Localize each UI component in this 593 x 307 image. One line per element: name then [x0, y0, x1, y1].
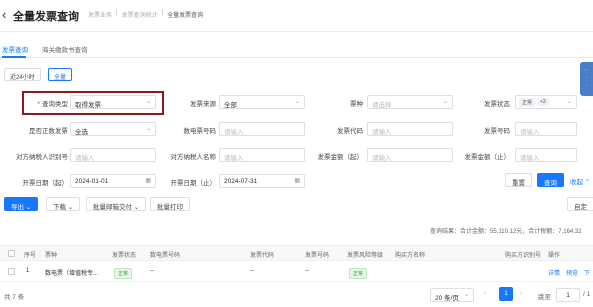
invoice-status-label: 发票状态 — [484, 101, 510, 108]
calendar-icon: ▦ — [145, 178, 151, 184]
counterpart-tax-id-input[interactable]: 请输入 — [70, 148, 156, 162]
total-pages: / 1 — [583, 291, 591, 298]
collapse-link[interactable]: 收起 ⌃ — [570, 176, 590, 186]
top-bar: ‹ 全量发票查询 发票业务 | 发票查询统计 | 全量发票查询 — [0, 0, 593, 32]
date-to-picker[interactable]: 2024-07-31 ▦ — [219, 174, 305, 188]
col-risk: 发票风险等级 — [347, 253, 384, 259]
risk-badge: 正常 — [349, 268, 368, 279]
total-count: 共 7 条 — [4, 294, 25, 301]
breadcrumb-item[interactable]: 发票查询统计 — [122, 10, 158, 19]
search-button[interactable]: 查询 — [537, 173, 564, 187]
breadcrumb-item-current: 全量发票查询 — [167, 13, 204, 19]
invoice-no-label: 发票号码 — [484, 128, 510, 135]
col-code: 发票代码 — [250, 253, 275, 259]
preview-link[interactable]: 预览 — [566, 268, 578, 277]
floating-side-widget[interactable]: ·· · · — [580, 62, 593, 96]
tab-customs-query[interactable]: 海关缴款书查询 — [42, 44, 88, 54]
page-title: 全量发票查询 — [13, 11, 79, 23]
row-checkbox[interactable] — [8, 268, 15, 275]
invoice-kind-label: 票种 — [350, 101, 363, 108]
counterpart-tax-id-label: 对方纳税人识别号 — [16, 154, 68, 161]
is-positive-label: 是否正数发票 — [29, 128, 68, 135]
invoice-source-select[interactable]: 全部 ⌄ — [219, 95, 305, 109]
date-to-label: 开票日期（止） — [170, 180, 217, 187]
col-status: 发票状态 — [112, 253, 137, 259]
detail-link[interactable]: 详情 — [548, 268, 560, 277]
reset-button[interactable]: 重置 — [505, 173, 532, 187]
tab-underline — [2, 56, 26, 58]
chevron-down-icon: ⌄ — [294, 99, 300, 105]
batch-print-button[interactable]: 批量打印 — [150, 197, 190, 211]
cell-no: 1 — [26, 268, 30, 274]
summary-text: 查询结果：合计金额：55,110.12元，合计税额：7,164.32 — [430, 229, 582, 235]
range-24h-button[interactable]: 近24小时 — [4, 68, 41, 81]
col-number: 发票号码 — [305, 253, 330, 259]
tab-bar: 发票查询 海关缴款书查询 — [0, 40, 593, 58]
invoice-kind-select[interactable]: 请选择 ⌄ — [367, 95, 453, 109]
status-tag: 正常 — [519, 98, 536, 107]
breadcrumb: 发票业务 | 发票查询统计 | 全量发票查询 — [88, 10, 204, 19]
table-header: 序号 票种 发票状态 数电票号码 发票代码 发票号码 发票风险等级 购买方名称 … — [0, 245, 593, 261]
custom-button[interactable]: 自定 — [567, 197, 593, 211]
amount-to-label: 发票金额（止） — [464, 154, 511, 161]
query-type-select[interactable]: 取得发票 ⌄ — [70, 95, 156, 109]
breadcrumb-item[interactable]: 发票业务 — [88, 10, 112, 19]
col-buyer-id: 购买方识别号 — [505, 253, 542, 259]
status-badge: 正常 — [114, 268, 133, 279]
cell-code: -- — [250, 268, 254, 274]
col-no: 序号 — [24, 253, 37, 259]
prev-page-icon[interactable]: ‹ — [484, 290, 486, 297]
col-buyer: 购买方名称 — [395, 253, 426, 259]
arrow-left-icon[interactable]: ‹ — [2, 7, 6, 22]
is-positive-select[interactable]: 全选 ⌄ — [70, 122, 156, 136]
status-tag-more: +3 — [537, 98, 549, 106]
page-1-button[interactable]: 1 — [499, 287, 513, 301]
cell-number: -- — [305, 268, 309, 274]
batch-mail-button[interactable]: 批量邮箱交付 ⌄ — [86, 197, 147, 211]
page-size-select[interactable]: 20 条/页 ⌄ — [430, 288, 474, 302]
date-from-label: 开票日期（起） — [22, 180, 69, 187]
download-button[interactable]: 下载 ⌄ — [46, 197, 81, 211]
export-button[interactable]: 导出 ⌄ — [4, 197, 39, 211]
date-from-picker[interactable]: 2024-01-01 ▦ — [70, 174, 156, 188]
amount-to-input[interactable]: 请输入 — [515, 148, 577, 162]
invoice-no-input[interactable]: 请输入 — [515, 122, 577, 136]
counterpart-name-input[interactable]: 请输入 — [219, 148, 305, 162]
invoice-status-select[interactable]: 正常 +3 ⌄ — [515, 95, 577, 109]
select-all-checkbox[interactable] — [8, 250, 15, 257]
chevron-down-icon: ⌄ — [145, 99, 151, 105]
table-row: 1 数电票（增值税专... 正常 -- -- -- 正常 详情 预览 下 — [0, 262, 593, 282]
goto-label: 跳至 — [538, 294, 551, 301]
chevron-down-icon: ⌄ — [566, 99, 572, 105]
invoice-source-label: 发票来源 — [190, 101, 216, 108]
chevron-down-icon: ⌄ — [442, 99, 448, 105]
invoice-code-label: 发票代码 — [337, 128, 363, 135]
digital-no-input[interactable]: 请输入 — [219, 122, 305, 136]
amount-from-input[interactable]: 请输入 — [367, 148, 453, 162]
range-all-button[interactable]: 全量 — [48, 68, 73, 81]
digital-no-label: 数电票号码 — [183, 128, 217, 135]
tab-invoice-query[interactable]: 发票查询 — [2, 44, 28, 54]
counterpart-name-label: 对方纳税人名称 — [170, 154, 217, 161]
col-kind: 票种 — [45, 253, 58, 259]
col-digital-no: 数电票号码 — [150, 253, 181, 259]
invoice-code-input[interactable]: 请输入 — [367, 122, 453, 136]
download-link[interactable]: 下 — [584, 268, 590, 277]
next-page-icon[interactable]: › — [520, 290, 522, 297]
amount-from-label: 发票金额（起） — [317, 154, 364, 161]
chevron-down-icon: ⌄ — [463, 292, 469, 298]
col-ops: 操作 — [548, 253, 561, 259]
cell-digital-no: -- — [150, 268, 154, 274]
chevron-down-icon: ⌄ — [145, 126, 151, 132]
query-type-label: * 查询类型 — [37, 101, 68, 108]
pagination-bar: 共 7 条 20 条/页 ⌄ ‹ 1 › 跳至 1 / 1 — [0, 284, 593, 307]
cell-kind: 数电票（增值税专... — [45, 271, 99, 277]
calendar-icon: ▦ — [294, 178, 300, 184]
goto-page-input[interactable]: 1 — [556, 288, 580, 302]
